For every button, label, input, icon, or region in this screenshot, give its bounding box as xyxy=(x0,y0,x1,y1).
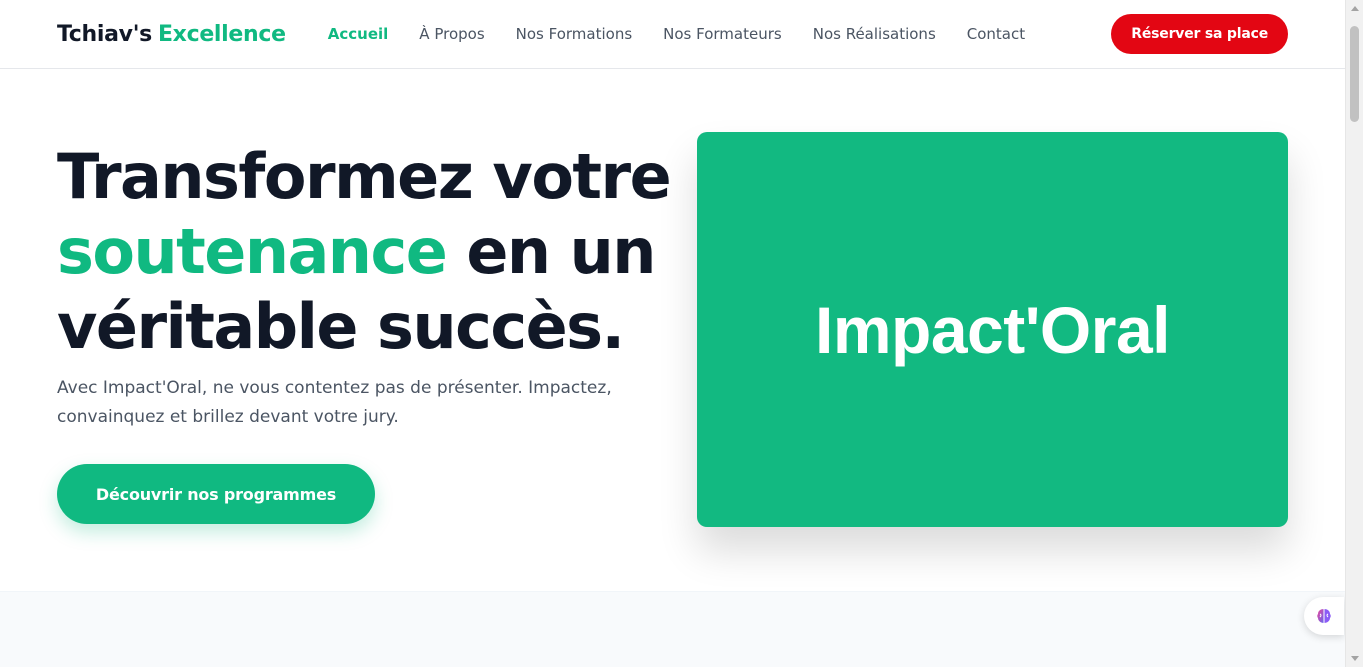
nav-link-nos-formateurs[interactable]: Nos Formateurs xyxy=(663,25,782,43)
brain-icon xyxy=(1317,609,1331,623)
headline-accent-word: soutenance xyxy=(57,215,448,288)
hero-lead-text: Avec Impact'Oral, ne vous contentez pas … xyxy=(57,378,612,427)
logo-text-primary: Tchiav's xyxy=(57,21,152,47)
site-logo[interactable]: Tchiav's Excellence xyxy=(57,22,286,47)
brand-card-title: Impact'Oral xyxy=(815,292,1171,367)
nav-link-contact[interactable]: Contact xyxy=(967,25,1025,43)
discover-programs-button[interactable]: Découvrir nos programmes xyxy=(57,464,375,524)
logo-text-accent: Excellence xyxy=(157,21,286,47)
page-scrollbar[interactable] xyxy=(1345,0,1363,667)
reserve-place-button[interactable]: Réserver sa place xyxy=(1111,14,1288,54)
site-header: Tchiav's Excellence Accueil À Propos Nos … xyxy=(0,0,1345,69)
nav-link-nos-realisations[interactable]: Nos Réalisations xyxy=(813,25,936,43)
nav-link-nos-formations[interactable]: Nos Formations xyxy=(516,25,633,43)
hero-headline: Transformez votre soutenance en un vérit… xyxy=(57,139,677,364)
main-nav: Accueil À Propos Nos Formations Nos Form… xyxy=(328,25,1056,43)
headline-text-start: Transformez votre xyxy=(57,140,672,213)
next-section xyxy=(0,591,1345,667)
brand-card: Impact'Oral xyxy=(697,132,1288,527)
scrollbar-thumb[interactable] xyxy=(1350,26,1359,122)
nav-link-accueil[interactable]: Accueil xyxy=(328,25,389,43)
scroll-up-arrow-icon[interactable] xyxy=(1351,6,1359,11)
nav-link-a-propos[interactable]: À Propos xyxy=(419,25,484,43)
scroll-down-arrow-icon[interactable] xyxy=(1351,656,1359,661)
floating-assistant-button[interactable] xyxy=(1304,597,1344,635)
hero-section: Transformez votre soutenance en un vérit… xyxy=(0,69,1345,591)
